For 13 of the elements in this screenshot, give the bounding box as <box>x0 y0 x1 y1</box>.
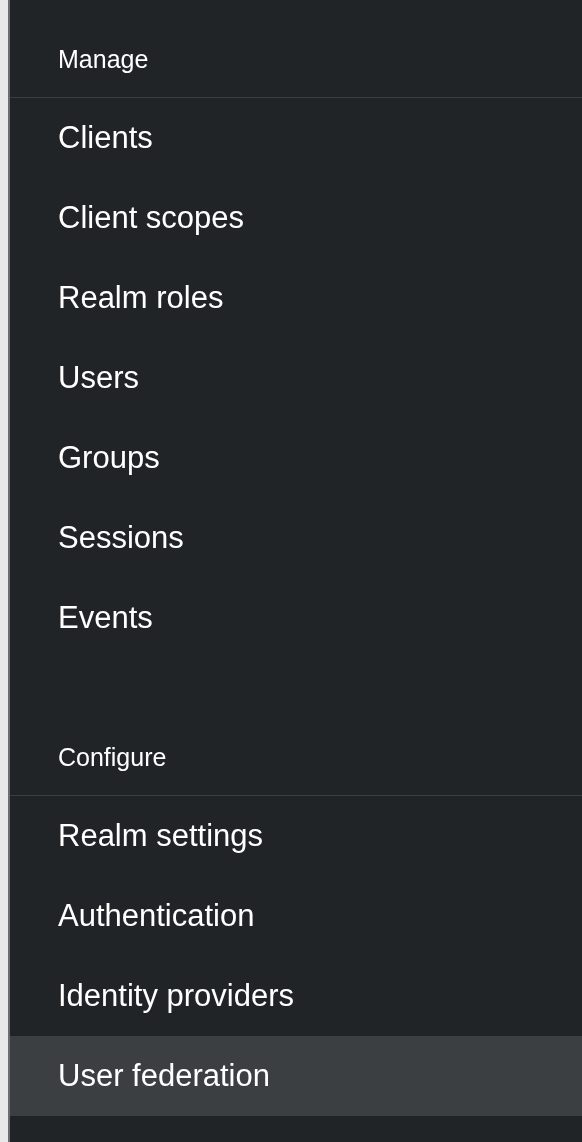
nav-item[interactable]: Authentication <box>10 876 582 956</box>
nav-item[interactable]: User federation <box>10 1036 582 1116</box>
nav-item[interactable]: Sessions <box>10 498 582 578</box>
nav-item[interactable]: Events <box>10 578 582 658</box>
nav-item[interactable]: Users <box>10 338 582 418</box>
nav-item[interactable]: Client scopes <box>10 178 582 258</box>
nav-item[interactable]: Realm roles <box>10 258 582 338</box>
section-heading: Configure <box>58 741 167 772</box>
nav-item[interactable]: Groups <box>10 418 582 498</box>
nav-item[interactable]: Identity providers <box>10 956 582 1036</box>
section-heading: Manage <box>58 43 149 74</box>
nav-item[interactable]: Clients <box>10 98 582 178</box>
nav-item[interactable]: Realm settings <box>10 796 582 876</box>
